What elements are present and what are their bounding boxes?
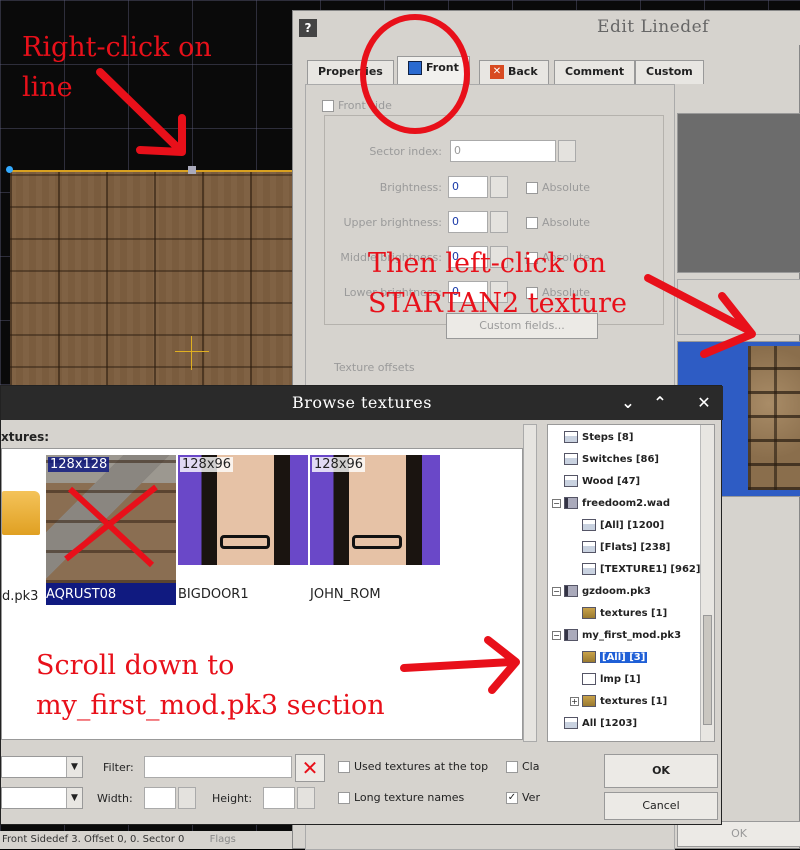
annotation-arrows: [96, 68, 756, 694]
arrow-right-click: [96, 68, 182, 152]
arrow-head: [700, 292, 756, 358]
arrow-scroll-down: [400, 658, 516, 672]
